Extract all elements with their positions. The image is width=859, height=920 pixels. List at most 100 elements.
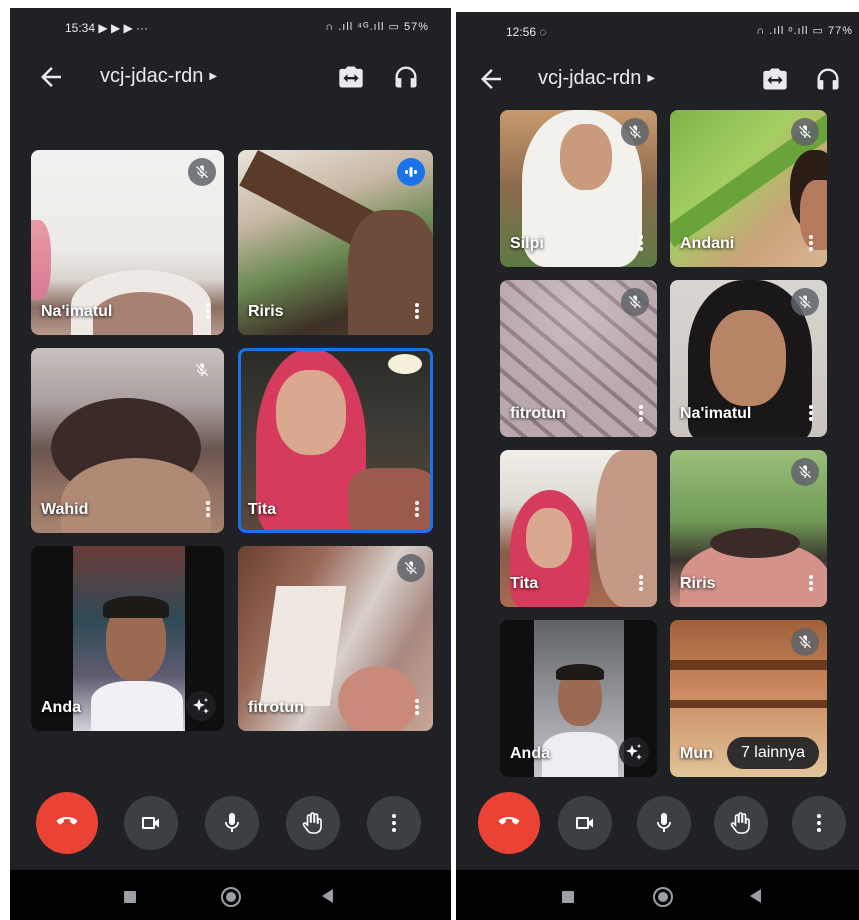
participant-tile-self[interactable]: Anda [31, 546, 224, 731]
camera-button[interactable] [124, 796, 178, 850]
video-detail [91, 681, 183, 731]
hangup-button[interactable] [478, 792, 540, 854]
participant-tile[interactable]: Andani [670, 110, 827, 267]
video-detail [710, 528, 800, 558]
video-detail [556, 664, 604, 680]
participant-name: Na'imatul [680, 405, 752, 422]
mic-muted-badge [621, 118, 649, 146]
video-detail [31, 220, 51, 300]
left-phone-screen: 15:34 ▶ ▶ ▶ ··· ∩ .ıll ⁴ᴳ.ıll ▭ 57% vcj-… [10, 8, 451, 920]
more-vert-icon[interactable] [635, 403, 647, 425]
meeting-code-title[interactable]: vcj-jdac-rdn ▶ [100, 65, 217, 88]
recents-square-icon[interactable] [562, 891, 574, 903]
participant-tile[interactable]: fitrotun [238, 546, 433, 731]
more-vert-icon[interactable] [805, 573, 817, 595]
more-vert-icon[interactable] [411, 499, 423, 521]
back-triangle-icon[interactable] [322, 889, 333, 903]
mic-button[interactable] [205, 796, 259, 850]
meeting-top-bar: vcj-jdac-rdn ▶ [10, 52, 451, 102]
mic-off-icon [629, 125, 641, 138]
more-vert-icon[interactable] [202, 499, 214, 521]
switch-camera-icon[interactable] [761, 65, 789, 93]
caret-right-icon: ▶ [647, 73, 656, 85]
more-vert-icon[interactable] [202, 301, 214, 323]
effects-sparkle-icon[interactable] [186, 691, 216, 721]
participant-tile[interactable]: Riris [238, 150, 433, 335]
video-detail [103, 596, 169, 618]
android-nav-bar [10, 870, 451, 920]
more-options-button[interactable] [367, 796, 421, 850]
participant-tile[interactable]: Na'imatul [670, 280, 827, 437]
back-arrow-icon[interactable] [36, 62, 66, 92]
headphones-icon[interactable] [814, 65, 842, 93]
mic-muted-badge [791, 458, 819, 486]
more-vert-icon[interactable] [805, 403, 817, 425]
mic-off-icon [799, 125, 811, 138]
video-detail [670, 700, 827, 708]
participant-tile-self[interactable]: Anda [500, 620, 657, 777]
participant-tile[interactable]: Riris [670, 450, 827, 607]
back-triangle-icon[interactable] [750, 889, 761, 903]
video-detail [388, 354, 422, 374]
participant-tile[interactable]: Na'imatul [31, 150, 224, 335]
more-vert-icon [392, 814, 396, 832]
meeting-code-title[interactable]: vcj-jdac-rdn ▶ [538, 67, 655, 90]
video-detail [596, 450, 657, 607]
call-controls-bar [456, 792, 859, 866]
call-controls-bar [10, 792, 451, 866]
more-vert-icon[interactable] [411, 697, 423, 719]
mic-muted-badge [188, 356, 216, 384]
more-options-button[interactable] [792, 796, 846, 850]
headphones-icon[interactable] [392, 63, 420, 91]
mic-off-icon [799, 295, 811, 308]
participant-tile[interactable]: Tita [500, 450, 657, 607]
hangup-button[interactable] [36, 792, 98, 854]
speaking-indicator-icon [397, 158, 425, 186]
more-vert-icon[interactable] [411, 301, 423, 323]
more-participants-chip[interactable]: 7 lainnya [726, 737, 819, 769]
status-time: 12:56 ◌ [506, 25, 547, 39]
more-vert-icon[interactable] [635, 233, 647, 255]
participant-name: Anda [510, 745, 550, 762]
meeting-code: vcj-jdac-rdn [100, 65, 204, 87]
participant-tile[interactable]: fitrotun [500, 280, 657, 437]
participant-name: Mun [680, 745, 713, 762]
home-circle-icon[interactable] [221, 887, 241, 907]
hangup-phone-icon [498, 817, 520, 825]
participant-name: Tita [510, 575, 539, 592]
mic-muted-badge [188, 158, 216, 186]
participant-tile[interactable]: Mun 7 lainnya [670, 620, 827, 777]
mic-button[interactable] [637, 796, 691, 850]
participant-tile[interactable]: Wahid [31, 348, 224, 533]
back-arrow-icon[interactable] [476, 64, 506, 94]
recents-square-icon[interactable] [124, 891, 136, 903]
home-circle-icon[interactable] [653, 887, 673, 907]
mic-muted-badge [791, 628, 819, 656]
status-indicators: ∩ .ıll ⁴ᴳ.ıll ▭ 57% [325, 21, 429, 33]
effects-sparkle-icon[interactable] [619, 737, 649, 767]
mic-muted-badge [621, 288, 649, 316]
meeting-code: vcj-jdac-rdn [538, 67, 642, 89]
status-indicators: ∩ .ıll ᵒ.ıll ▭ 77% [756, 25, 853, 37]
mic-off-icon [196, 363, 208, 376]
raise-hand-icon [302, 812, 322, 834]
participant-name: Tita [248, 501, 277, 518]
camera-button[interactable] [558, 796, 612, 850]
mic-off-icon [196, 165, 208, 178]
more-vert-icon[interactable] [805, 233, 817, 255]
participant-name: Wahid [41, 501, 89, 518]
participant-name: fitrotun [510, 405, 566, 422]
status-time: 15:34 ▶ ▶ ▶ ··· [65, 21, 149, 35]
video-detail [670, 660, 827, 670]
more-vert-icon[interactable] [635, 573, 647, 595]
participant-tile[interactable]: Silpi [500, 110, 657, 267]
video-detail [276, 370, 346, 455]
raise-hand-button[interactable] [714, 796, 768, 850]
video-detail [338, 666, 418, 731]
android-nav-bar [456, 870, 859, 920]
raise-hand-button[interactable] [286, 796, 340, 850]
participant-tile-active[interactable]: Tita [238, 348, 433, 533]
participant-name: fitrotun [248, 699, 304, 716]
switch-camera-icon[interactable] [337, 63, 365, 91]
microphone-icon [225, 813, 239, 832]
